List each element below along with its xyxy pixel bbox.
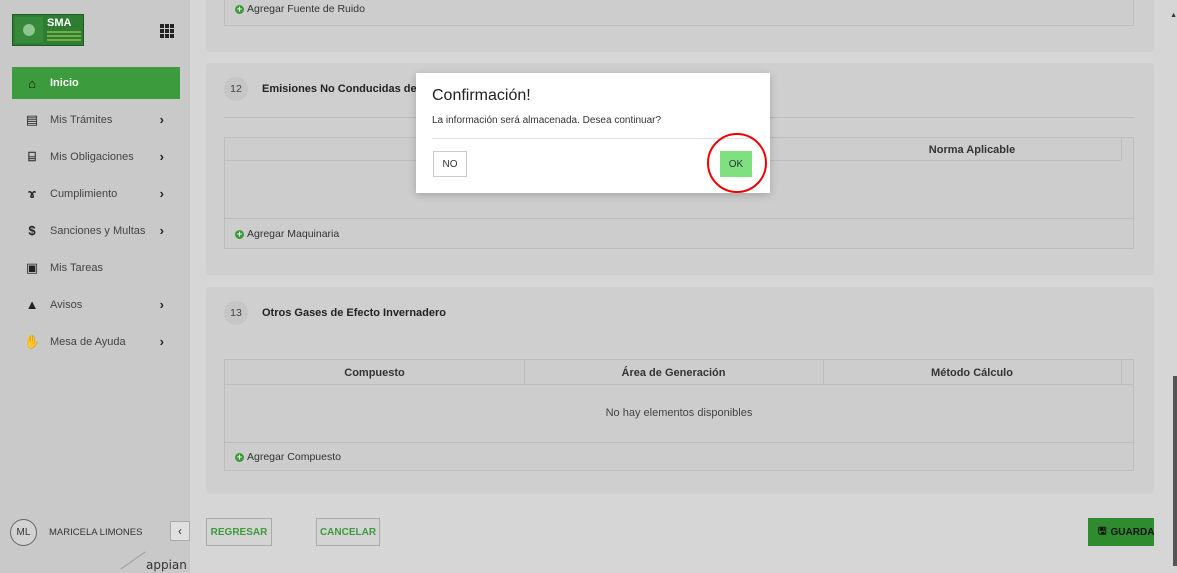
table-footer-divider — [225, 218, 1133, 219]
guardar-label: GUARDA — [1110, 526, 1155, 538]
plus-circle-icon: + — [235, 451, 244, 462]
section-title: Otros Gases de Efecto Invernadero — [262, 307, 447, 319]
document-icon: ▤ — [25, 111, 39, 127]
sidebar-item-mesa-de-ayuda[interactable]: ✋ Mesa de Ayuda › — [12, 325, 180, 358]
guardar-button[interactable]: 🖫 GUARDA — [1088, 518, 1154, 546]
section-fuentes-ruido-table: + Agregar Fuente de Ruido — [224, 0, 1134, 26]
brand-divider — [120, 551, 146, 570]
logo-pattern — [15, 17, 43, 43]
sidebar-nav: ⌂ Inicio ▤ Mis Trámites › ⌸ Mis Obligaci… — [12, 67, 180, 362]
section-13: 13 Otros Gases de Efecto Invernadero Com… — [206, 287, 1154, 494]
section-number: 13 — [224, 301, 248, 325]
add-fuente-ruido-link[interactable]: + Agregar Fuente de Ruido — [235, 3, 365, 15]
avatar: ML — [10, 519, 37, 546]
section-number: 12 — [224, 77, 248, 101]
sidebar-item-mis-tareas[interactable]: ▣ Mis Tareas — [12, 251, 180, 284]
sidebar: SMA ⌂ Inicio ▤ Mis Trámites › ⌸ Mis Obli… — [0, 0, 190, 573]
logo-text: SMA — [47, 17, 72, 29]
add-compuesto-label: Agregar Compuesto — [247, 451, 341, 463]
table-footer-divider — [225, 442, 1133, 443]
table-header-divider — [225, 384, 1133, 385]
chevron-right-icon: › — [159, 112, 164, 127]
sidebar-item-label: Inicio — [50, 77, 79, 89]
plus-circle-icon: + — [235, 228, 244, 239]
empty-table-message: No hay elementos disponibles — [605, 407, 753, 419]
sidebar-item-label: Mis Obligaciones — [50, 150, 134, 163]
briefcase-icon: ▣ — [25, 259, 39, 275]
sidebar-item-sanciones-y-multas[interactable]: $ Sanciones y Multas › — [12, 214, 180, 247]
sma-logo[interactable]: SMA — [12, 14, 84, 46]
add-maquinaria-link[interactable]: + Agregar Maquinaria — [235, 228, 339, 240]
highlight-circle — [707, 133, 767, 193]
chevron-right-icon: › — [159, 297, 164, 312]
sidebar-item-avisos[interactable]: ▲ Avisos › — [12, 288, 180, 321]
section-fuentes-ruido: + Agregar Fuente de Ruido — [206, 0, 1154, 52]
save-icon: 🖫 — [1098, 525, 1107, 537]
user-profile[interactable]: ML MARICELA LIMONES — [10, 519, 142, 546]
scrollbar[interactable] — [1173, 376, 1177, 566]
sidebar-item-label: Avisos — [50, 298, 83, 311]
sidebar-item-mis-obligaciones[interactable]: ⌸ Mis Obligaciones › — [12, 140, 180, 173]
chevron-right-icon: › — [159, 186, 164, 201]
dialog-divider — [432, 138, 754, 139]
handshake-icon: ✋ — [24, 333, 41, 349]
chevron-left-icon: ‹ — [178, 524, 182, 538]
appian-logo: appian — [146, 558, 187, 572]
no-button[interactable]: NO — [433, 151, 467, 177]
chevron-right-icon: › — [159, 334, 164, 349]
cumplimiento-icon: ɤ — [28, 186, 36, 201]
sidebar-item-label: Cumplimiento — [50, 187, 118, 200]
bank-icon: ⌸ — [28, 148, 36, 164]
sidebar-item-label: Sanciones y Multas — [50, 224, 146, 237]
money-icon: $ — [28, 223, 36, 238]
sidebar-item-cumplimiento[interactable]: ɤ Cumplimiento › — [12, 177, 180, 210]
sidebar-item-label: Mesa de Ayuda — [50, 335, 126, 348]
regresar-button[interactable]: REGRESAR — [206, 518, 272, 546]
column-divider — [1121, 360, 1122, 384]
column-header-norma-aplicable: Norma Aplicable — [928, 144, 1016, 156]
logo-subtitle-graphic — [47, 31, 81, 41]
scroll-up-icon[interactable]: ▲ — [1170, 12, 1177, 19]
sidebar-item-inicio[interactable]: ⌂ Inicio — [12, 67, 180, 99]
add-compuesto-link[interactable]: + Agregar Compuesto — [235, 451, 341, 463]
user-name: MARICELA LIMONES — [49, 527, 143, 538]
chevron-right-icon: › — [159, 223, 164, 238]
column-header-compuesto: Compuesto — [344, 367, 405, 379]
add-maquinaria-label: Agregar Maquinaria — [247, 228, 340, 240]
column-header-area-generacion: Área de Generación — [621, 367, 726, 379]
add-fuente-ruido-label: Agregar Fuente de Ruido — [247, 3, 365, 15]
section-title: Emisiones No Conducidas de M — [262, 83, 429, 95]
apps-grid-icon[interactable] — [160, 24, 174, 38]
sidebar-item-mis-tramites[interactable]: ▤ Mis Trámites › — [12, 103, 180, 136]
cancelar-button[interactable]: CANCELAR — [316, 518, 380, 546]
plus-circle-icon: + — [235, 3, 244, 14]
chevron-right-icon: › — [159, 149, 164, 164]
dialog-title: Confirmación! — [432, 87, 531, 104]
home-icon: ⌂ — [28, 75, 36, 91]
sidebar-item-label: Mis Tareas — [50, 261, 103, 274]
column-header-metodo-calculo: Método Cálculo — [931, 367, 1013, 379]
dialog-message: La información será almacenada. Desea co… — [432, 115, 662, 126]
warning-icon: ▲ — [25, 297, 39, 312]
section-13-table: Compuesto Área de Generación Método Cálc… — [224, 359, 1134, 471]
collapse-sidebar-button[interactable]: ‹ — [170, 521, 190, 541]
sidebar-item-label: Mis Trámites — [50, 113, 113, 126]
column-divider — [1121, 138, 1122, 160]
